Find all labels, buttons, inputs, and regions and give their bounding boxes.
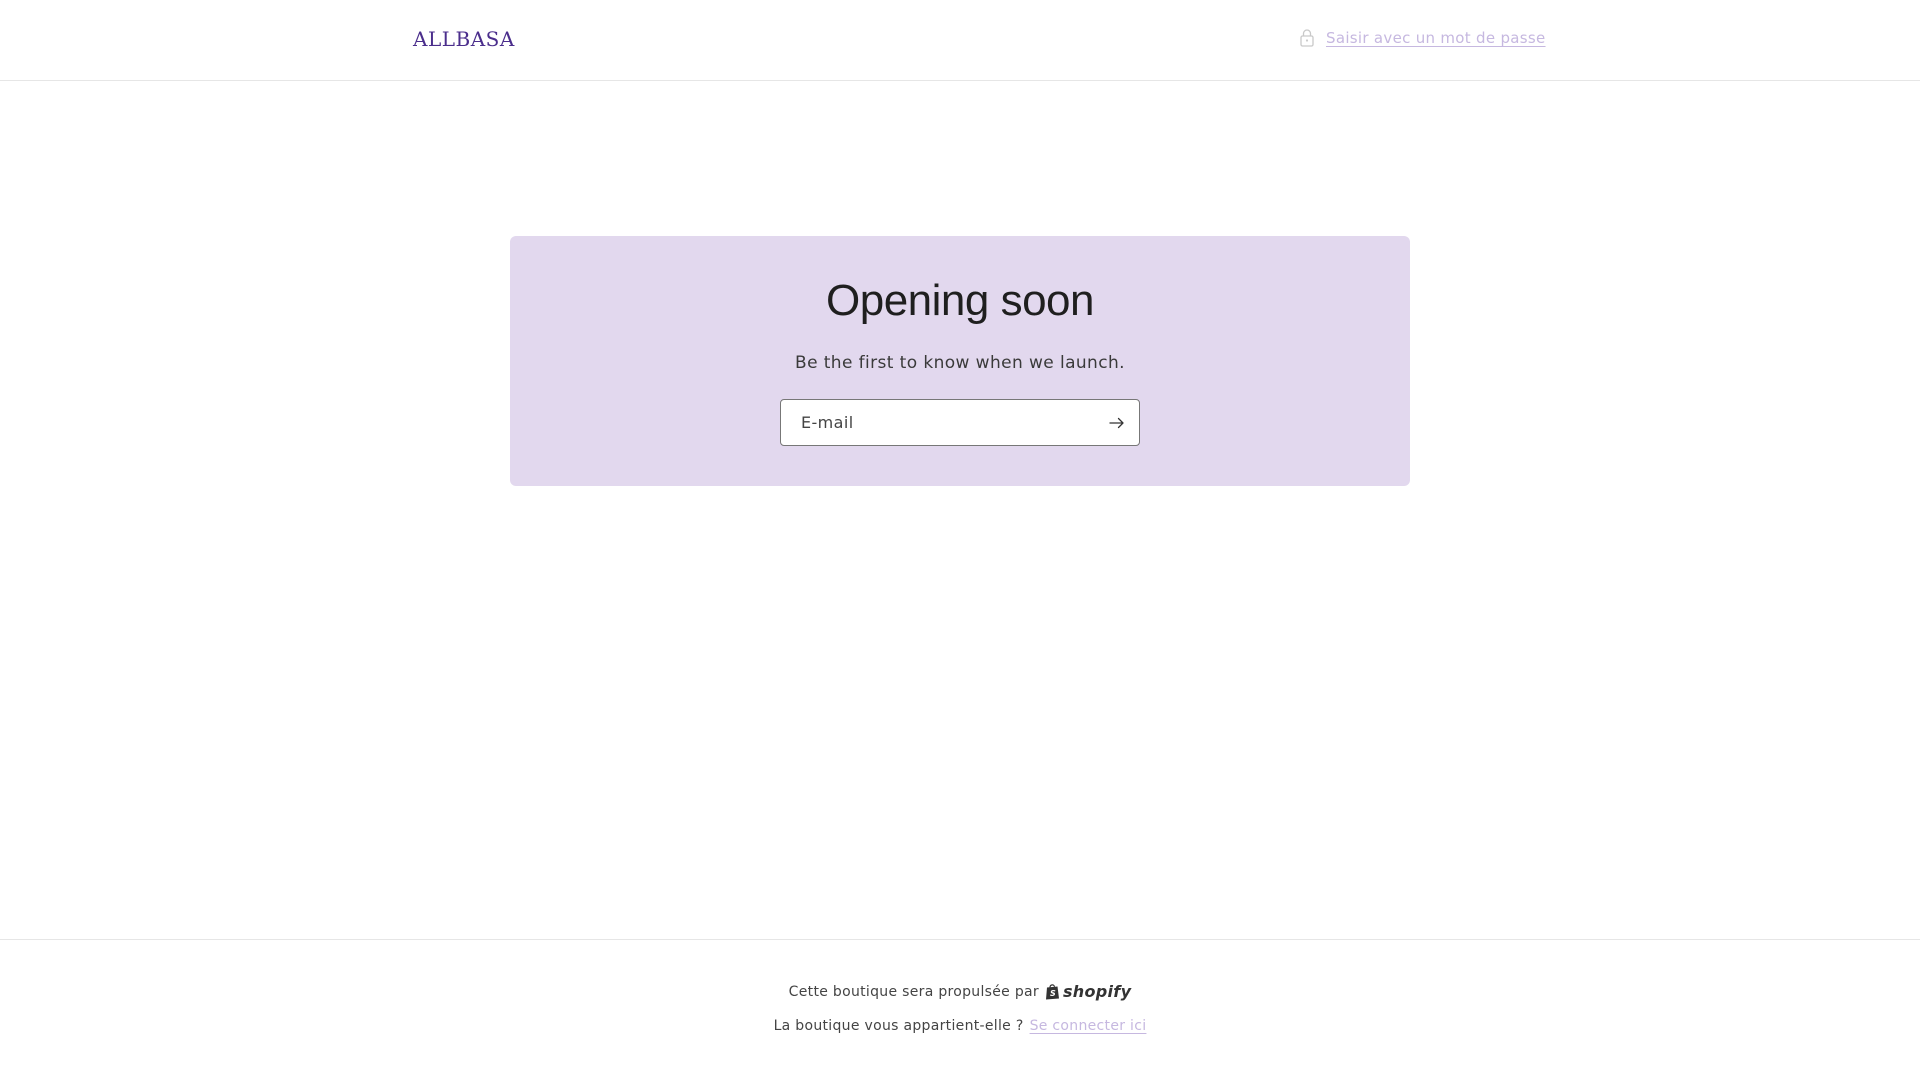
svg-text:S: S — [1050, 989, 1056, 998]
page-title: Opening soon — [826, 276, 1095, 325]
newsletter-form — [780, 399, 1140, 446]
store-logo[interactable]: ALLBASA — [413, 24, 515, 54]
password-link-label: Saisir avec un mot de passe — [1326, 29, 1546, 47]
shopify-logo[interactable]: S shopify — [1045, 982, 1131, 1001]
lock-icon — [1298, 28, 1316, 48]
site-footer: Cette boutique sera propulsée par S shop… — [0, 939, 1920, 1080]
arrow-right-icon — [1109, 417, 1125, 429]
owner-question-text: La boutique vous appartient-elle ? — [773, 1018, 1024, 1034]
login-link[interactable]: Se connecter ici — [1030, 1018, 1147, 1034]
submit-button[interactable] — [1095, 400, 1139, 445]
newsletter-card: Opening soon Be the first to know when w… — [510, 236, 1410, 486]
email-input[interactable] — [781, 400, 1095, 445]
powered-by-line: Cette boutique sera propulsée par S shop… — [0, 982, 1920, 1001]
shopify-logo-text: shopify — [1062, 982, 1132, 1001]
enter-password-link[interactable]: Saisir avec un mot de passe — [1298, 24, 1546, 52]
powered-by-text: Cette boutique sera propulsée par — [788, 983, 1039, 1000]
newsletter-subtitle: Be the first to know when we launch. — [795, 353, 1125, 373]
site-header: ALLBASA Saisir avec un mot de passe — [0, 0, 1920, 81]
shopify-bag-icon: S — [1045, 983, 1060, 1000]
owner-login-line: La boutique vous appartient-elle ? Se co… — [0, 1018, 1920, 1034]
